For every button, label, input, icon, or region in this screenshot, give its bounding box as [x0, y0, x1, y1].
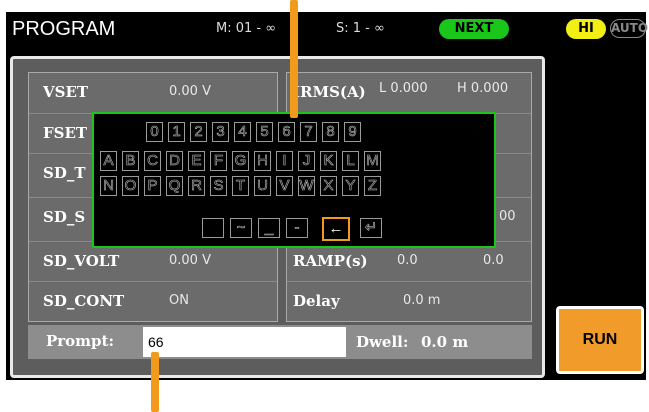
- param-value: 0.0 m: [403, 293, 441, 308]
- key-h[interactable]: H: [254, 151, 271, 171]
- callout-line-top: [290, 0, 298, 118]
- dwell-value: 0.0 m: [421, 333, 469, 351]
- key-9[interactable]: 9: [344, 122, 361, 142]
- key-7[interactable]: 7: [300, 122, 317, 142]
- key-x[interactable]: X: [320, 176, 337, 196]
- key-k[interactable]: K: [320, 151, 337, 171]
- key-z[interactable]: Z: [364, 176, 381, 196]
- key-q[interactable]: Q: [166, 176, 183, 196]
- key-o[interactable]: O: [122, 176, 139, 196]
- key-2[interactable]: 2: [190, 122, 207, 142]
- key-t[interactable]: T: [232, 176, 249, 196]
- prompt-label: Prompt:: [46, 332, 115, 350]
- key-j[interactable]: J: [298, 151, 315, 171]
- header-bar: PROGRAM M: 01 - ∞ S: 1 - ∞ NEXT HI AUTO: [6, 12, 648, 46]
- key-i[interactable]: I: [276, 151, 293, 171]
- param-value-high: 00: [499, 209, 516, 224]
- param-label: RAMP(s): [293, 252, 368, 270]
- memory-status: M: 01 - ∞: [216, 21, 277, 36]
- param-value: 0.00 V: [169, 253, 211, 268]
- param-row-delay[interactable]: Delay 0.0 m: [287, 281, 531, 322]
- key-8[interactable]: 8: [322, 122, 339, 142]
- key-1[interactable]: 1: [168, 122, 185, 142]
- key-w[interactable]: W: [298, 176, 315, 196]
- key-4[interactable]: 4: [234, 122, 251, 142]
- key-p[interactable]: P: [144, 176, 161, 196]
- dwell-label: Dwell:: [356, 333, 409, 351]
- enter-key[interactable]: ↵: [360, 218, 382, 238]
- key-n[interactable]: N: [100, 176, 117, 196]
- key-f[interactable]: F: [210, 151, 227, 171]
- key-hyphen[interactable]: -: [286, 218, 308, 238]
- callout-line-bottom: [151, 352, 159, 412]
- backspace-key[interactable]: ←: [322, 217, 350, 241]
- key-u[interactable]: U: [254, 176, 271, 196]
- step-status: S: 1 - ∞: [336, 21, 385, 36]
- key-l[interactable]: L: [342, 151, 359, 171]
- hi-badge: HI: [566, 19, 606, 39]
- key-space[interactable]: [202, 218, 224, 238]
- key-b[interactable]: B: [122, 151, 139, 171]
- param-label: SD_VOLT: [43, 252, 120, 270]
- key-s[interactable]: S: [210, 176, 227, 196]
- param-value: ON: [169, 293, 189, 308]
- param-label: IRMS(A): [293, 83, 366, 101]
- param-row-vset[interactable]: VSET 0.00 V: [29, 73, 277, 113]
- key-3[interactable]: 3: [212, 122, 229, 142]
- page-title: PROGRAM: [12, 18, 116, 40]
- param-row-irms[interactable]: IRMS(A) L 0.000 H 0.000: [287, 73, 531, 113]
- key-g[interactable]: G: [232, 151, 249, 171]
- param-label: SD_CONT: [43, 292, 125, 310]
- key-5[interactable]: 5: [256, 122, 273, 142]
- param-row-sd-cont[interactable]: SD_CONT ON: [29, 281, 277, 322]
- param-value-low: L 0.000: [379, 81, 428, 96]
- key-v[interactable]: V: [276, 176, 293, 196]
- key-0[interactable]: 0: [146, 122, 163, 142]
- param-value-high: H 0.000: [457, 81, 509, 96]
- param-value-low: 0.0: [397, 253, 418, 268]
- key-r[interactable]: R: [188, 176, 205, 196]
- key-6[interactable]: 6: [278, 122, 295, 142]
- param-label: SD_S: [43, 208, 86, 226]
- key-d[interactable]: D: [166, 151, 183, 171]
- key-m[interactable]: M: [364, 151, 381, 171]
- run-button[interactable]: RUN: [556, 306, 644, 374]
- on-screen-keyboard: 0 1 2 3 4 5 6 7 8 9 A B C D E F G H I J …: [92, 112, 496, 248]
- key-c[interactable]: C: [144, 151, 161, 171]
- next-badge: NEXT: [439, 19, 509, 39]
- param-label: Delay: [293, 292, 340, 310]
- param-label: SD_T: [43, 164, 86, 182]
- param-label: VSET: [43, 83, 89, 101]
- key-tilde[interactable]: ~: [230, 218, 252, 238]
- param-value: 0.00 V: [169, 84, 211, 99]
- prompt-input[interactable]: [143, 327, 346, 357]
- param-value-high: 0.0: [483, 253, 504, 268]
- key-y[interactable]: Y: [342, 176, 359, 196]
- auto-badge: AUTO: [610, 19, 648, 38]
- key-underscore[interactable]: _: [258, 218, 280, 238]
- key-a[interactable]: A: [100, 151, 117, 171]
- param-label: FSET: [43, 124, 88, 142]
- key-e[interactable]: E: [188, 151, 205, 171]
